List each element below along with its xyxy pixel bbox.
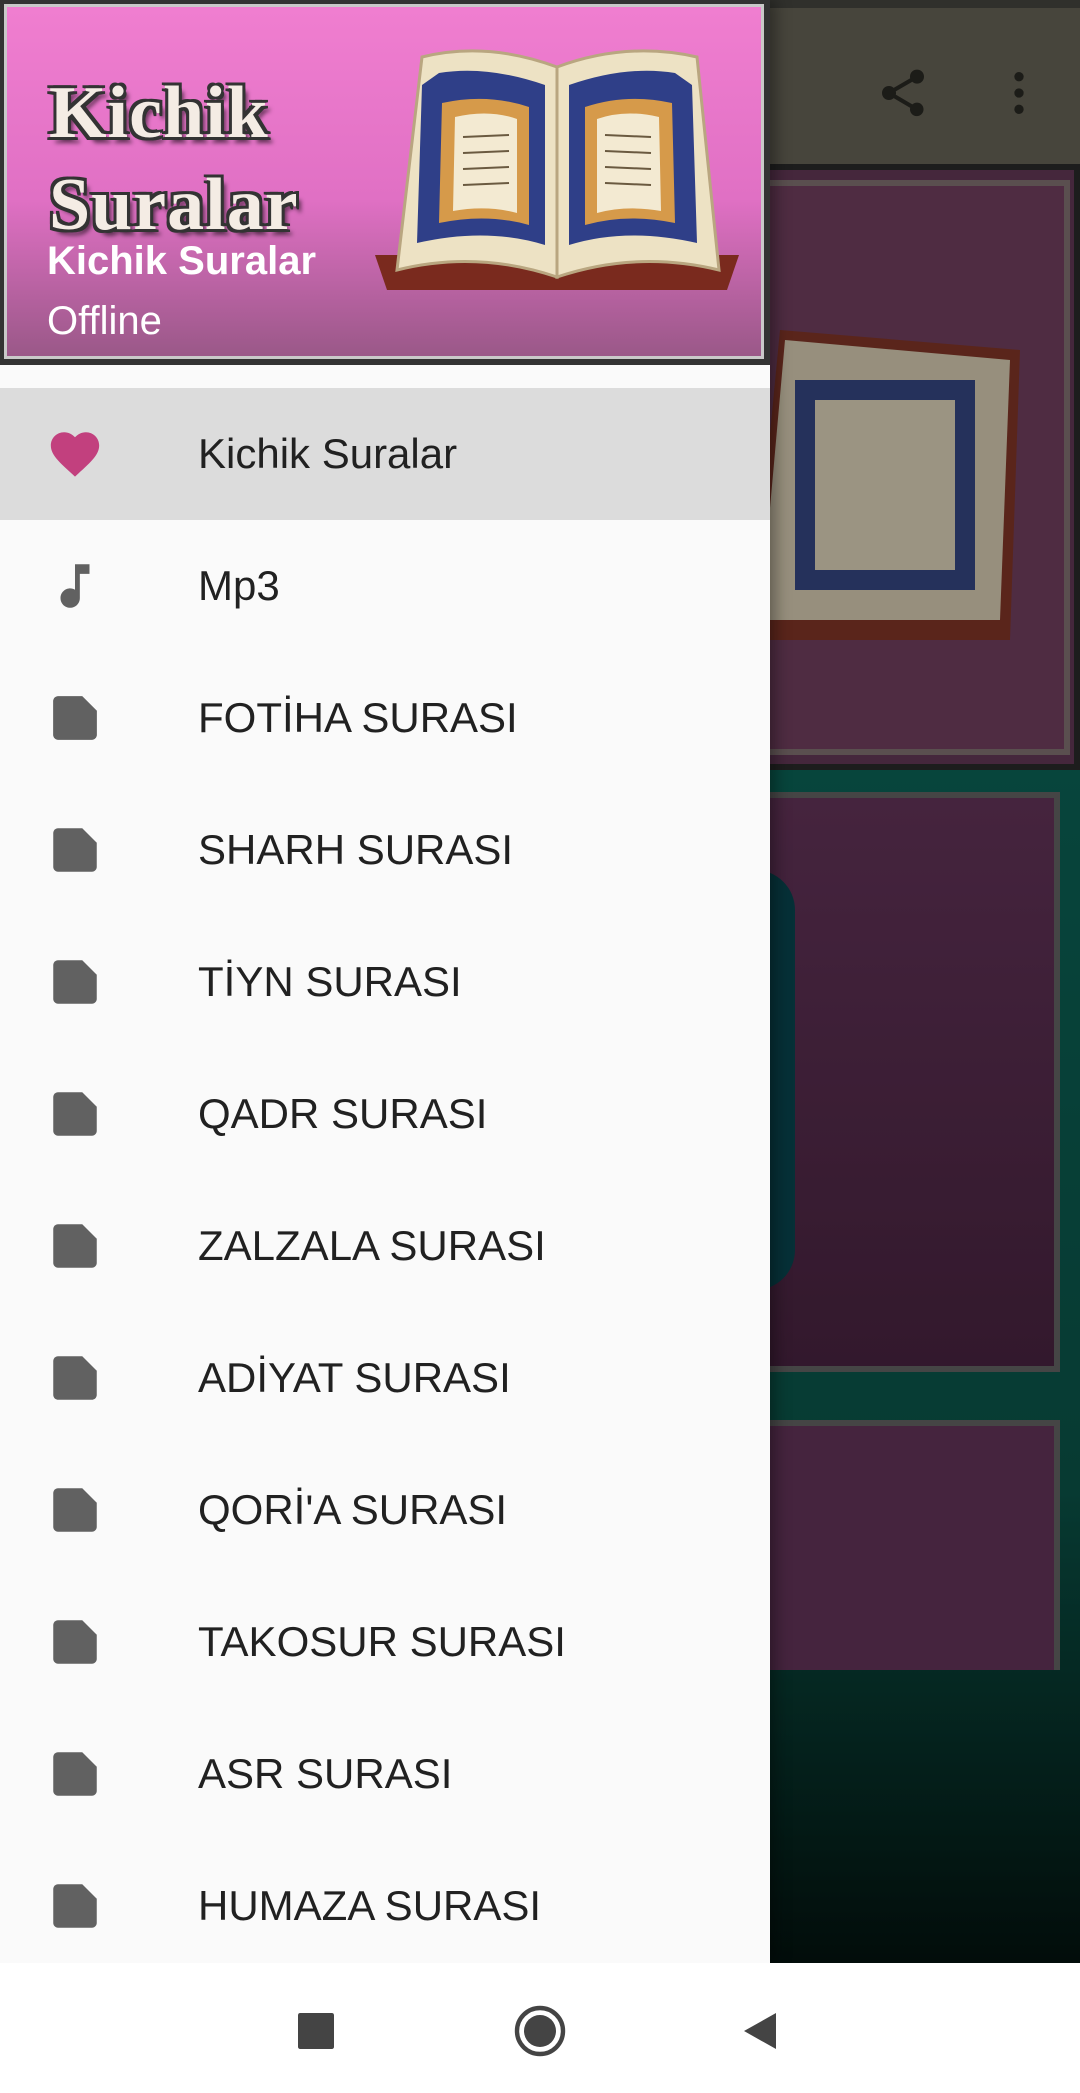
- menu-item-sharh-surasi[interactable]: SHARH SURASI: [0, 784, 770, 916]
- document-icon: [45, 1876, 105, 1936]
- menu-item-kichik-suralar[interactable]: Kichik Suralar: [0, 388, 770, 520]
- menu-item-takosur-surasi[interactable]: TAKOSUR SURASI: [0, 1576, 770, 1708]
- quran-book-icon: [375, 49, 739, 290]
- menu-item-label: Kichik Suralar: [198, 430, 458, 477]
- document-icon: [45, 820, 105, 880]
- menu-item-label: TAKOSUR SURASI: [198, 1618, 566, 1665]
- menu-item-fotiha-surasi[interactable]: FOTİHA SURASI: [0, 652, 770, 784]
- document-icon: [45, 1348, 105, 1408]
- header-logo-title: Kichik Suralar: [49, 67, 389, 251]
- drawer-header: Kichik Suralar Kichik Suralar Offline: [0, 0, 770, 365]
- document-icon: [45, 688, 105, 748]
- heart-icon: [45, 424, 105, 484]
- document-icon: [45, 1480, 105, 1540]
- menu-item-label: ZALZALA SURASI: [198, 1222, 546, 1269]
- menu-item-mp3[interactable]: Mp3: [0, 520, 770, 652]
- menu-item-qadr-surasi[interactable]: QADR SURASI: [0, 1048, 770, 1180]
- logo-line-1: Kichik: [49, 72, 269, 154]
- menu-item-label: QADR SURASI: [198, 1090, 488, 1137]
- menu-item-label: ASR SURASI: [198, 1750, 453, 1797]
- menu-item-label: TİYN SURASI: [198, 958, 462, 1005]
- music-note-icon: [45, 556, 105, 616]
- menu-item-asr-surasi[interactable]: ASR SURASI: [0, 1708, 770, 1840]
- recents-square-icon[interactable]: [276, 1991, 356, 2071]
- menu-item-label: QORİ'A SURASI: [198, 1486, 508, 1533]
- menu-item-tiyn-surasi[interactable]: TİYN SURASI: [0, 916, 770, 1048]
- menu-item-humaza-surasi[interactable]: HUMAZA SURASI: [0, 1840, 770, 1963]
- document-icon: [45, 952, 105, 1012]
- document-icon: [45, 1084, 105, 1144]
- menu-item-label: Mp3: [198, 562, 280, 609]
- menu-item-adiyat-surasi[interactable]: ADİYAT SURASI: [0, 1312, 770, 1444]
- system-navigation-bar: [0, 1963, 1080, 2093]
- header-banner: Kichik Suralar Kichik Suralar Offline: [4, 4, 764, 359]
- document-icon: [45, 1744, 105, 1804]
- menu-item-qoria-surasi[interactable]: QORİ'A SURASI: [0, 1444, 770, 1576]
- drawer-menu: Kichik Suralar Mp3 FOTİHA SURASI SHARH S…: [0, 388, 770, 1963]
- document-icon: [45, 1216, 105, 1276]
- document-icon: [45, 1612, 105, 1672]
- header-subtitle: Offline: [47, 299, 162, 343]
- menu-item-label: FOTİHA SURASI: [198, 694, 518, 741]
- navigation-drawer: Kichik Suralar Kichik Suralar Offline Ki…: [0, 0, 770, 1963]
- back-triangle-icon[interactable]: [720, 1991, 800, 2071]
- logo-line-2: Suralar: [49, 164, 299, 246]
- menu-item-zalzala-surasi[interactable]: ZALZALA SURASI: [0, 1180, 770, 1312]
- menu-item-label: SHARH SURASI: [198, 826, 514, 873]
- header-app-name: Kichik Suralar: [47, 239, 317, 283]
- menu-item-label: HUMAZA SURASI: [198, 1882, 542, 1929]
- menu-item-label: ADİYAT SURASI: [198, 1354, 511, 1401]
- home-circle-icon[interactable]: [500, 1991, 580, 2071]
